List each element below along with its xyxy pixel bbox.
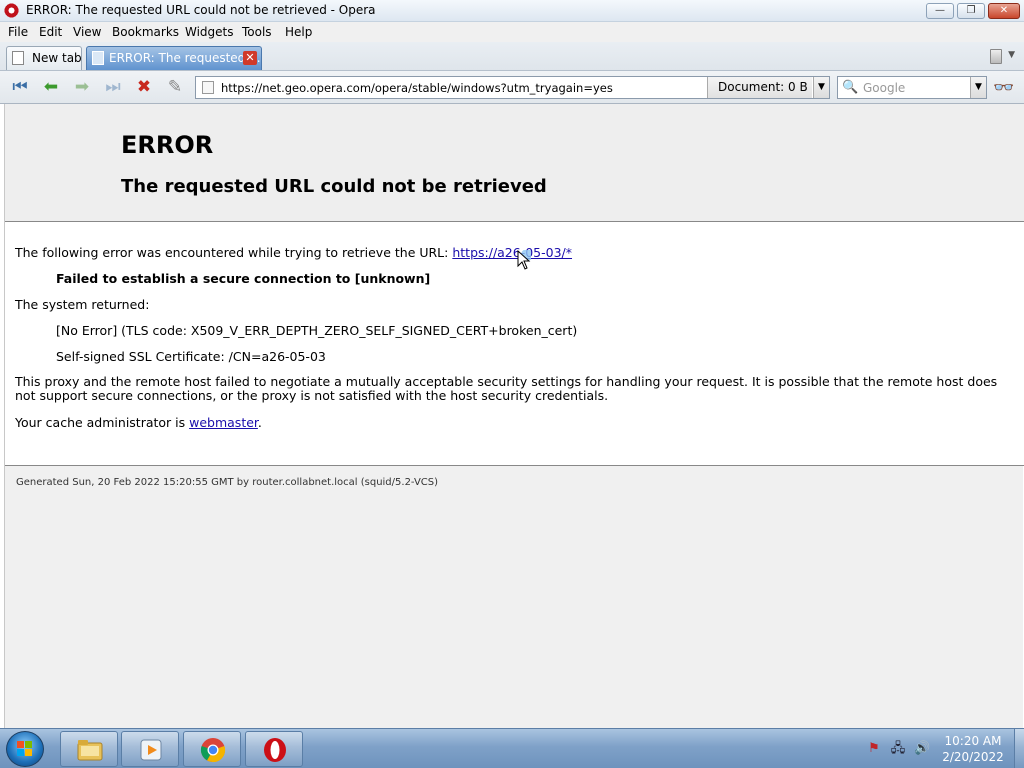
tab-label: New tab: [32, 51, 82, 65]
search-icon: 🔍: [842, 80, 859, 95]
tab-label: ERROR: The requested ...: [109, 51, 261, 65]
tab-bar: New tab ERROR: The requested ... ✕: [0, 42, 1024, 71]
stop-icon[interactable]: ✖: [133, 77, 155, 97]
page-title: ERROR: [121, 131, 214, 159]
chrome-icon: [200, 738, 226, 763]
taskbar-chrome[interactable]: [183, 731, 241, 767]
page-viewport: ERROR The requested URL could not be ret…: [4, 104, 1024, 728]
url-link[interactable]: https://a26-05-03/*: [452, 245, 572, 260]
glasses-icon[interactable]: 👓: [993, 78, 1014, 98]
menu-file[interactable]: File: [8, 25, 28, 39]
action-center-flag-icon[interactable]: ⚑: [866, 741, 882, 757]
admin-suffix: .: [257, 415, 262, 430]
title-bar: ERROR: The requested URL could not be re…: [0, 0, 1024, 22]
address-input[interactable]: https://net.geo.opera.com/opera/stable/w…: [221, 81, 613, 95]
windows-logo-icon: [17, 741, 32, 756]
rewind-icon[interactable]: ⏮: [9, 77, 31, 97]
chevron-down-icon[interactable]: ▼: [1008, 50, 1015, 60]
menu-bookmarks[interactable]: Bookmarks: [112, 25, 179, 39]
admin-paragraph: Your cache administrator is webmaster.: [15, 415, 262, 430]
opera-logo-icon: [264, 738, 286, 762]
certificate-text: Self-signed SSL Certificate: /CN=a26-05-…: [56, 349, 326, 364]
page-icon: [92, 51, 104, 65]
chevron-down-icon[interactable]: ▼: [813, 77, 829, 98]
menu-widgets[interactable]: Widgets: [185, 25, 234, 39]
chevron-down-icon[interactable]: ▼: [970, 77, 986, 98]
tls-code-text: [No Error] (TLS code: X509_V_ERR_DEPTH_Z…: [56, 323, 578, 338]
admin-prefix: Your cache administrator is: [15, 415, 190, 430]
search-box[interactable]: 🔍 Google ▼: [837, 76, 987, 99]
opera-logo-icon: [4, 3, 19, 18]
page-icon: [202, 81, 214, 94]
menu-tools[interactable]: Tools: [242, 25, 272, 39]
media-player-icon: [140, 739, 162, 761]
edit-pen-icon[interactable]: ✎: [164, 77, 186, 97]
tab-new-tab[interactable]: New tab: [6, 46, 82, 70]
network-icon[interactable]: 🖧: [890, 741, 906, 757]
close-tab-icon[interactable]: ✕: [243, 51, 257, 65]
menu-bar: File Edit View Bookmarks Widgets Tools H…: [0, 22, 1024, 42]
taskbar-file-explorer[interactable]: [60, 731, 118, 767]
close-window-button[interactable]: ✕: [988, 3, 1020, 19]
clock-time: 10:20 AM: [944, 734, 1002, 748]
failure-message: Failed to establish a secure connection …: [56, 271, 431, 286]
error-header: ERROR The requested URL could not be ret…: [5, 104, 1024, 222]
trash-icon[interactable]: [990, 49, 1002, 64]
menu-view[interactable]: View: [73, 25, 101, 39]
mouse-cursor-icon: [517, 250, 531, 270]
page-icon: [12, 51, 24, 65]
start-button[interactable]: [6, 731, 44, 767]
back-arrow-icon[interactable]: ⬅: [40, 77, 62, 97]
generated-footer: Generated Sun, 20 Feb 2022 15:20:55 GMT …: [16, 477, 439, 488]
navigation-toolbar: ⏮ ⬅ ➡ ⏭ ✖ ✎ https://net.geo.opera.com/op…: [0, 71, 1024, 104]
error-body: The following error was encountered whil…: [5, 222, 1024, 466]
clock[interactable]: 10:20 AM 2/20/2022: [940, 733, 1006, 765]
system-returned-label: The system returned:: [15, 297, 150, 312]
restore-button[interactable]: ❐: [957, 3, 985, 19]
tab-error-page[interactable]: ERROR: The requested ... ✕: [86, 46, 262, 70]
intro-paragraph: The following error was encountered whil…: [15, 245, 572, 260]
show-desktop-button[interactable]: [1014, 729, 1024, 768]
document-status: Document: 0 B: [707, 77, 812, 98]
menu-help[interactable]: Help: [285, 25, 312, 39]
page-subtitle: The requested URL could not be retrieved: [121, 176, 547, 197]
taskbar-opera[interactable]: [245, 731, 303, 767]
search-input[interactable]: Google: [863, 81, 905, 95]
folder-icon: [77, 740, 103, 761]
volume-icon[interactable]: 🔊: [914, 741, 930, 757]
taskbar: ⚑ 🖧 🔊 10:20 AM 2/20/2022: [0, 728, 1024, 768]
window-title: ERROR: The requested URL could not be re…: [26, 3, 376, 17]
clock-date: 2/20/2022: [942, 750, 1004, 764]
address-bar[interactable]: https://net.geo.opera.com/opera/stable/w…: [195, 76, 830, 99]
intro-text: The following error was encountered whil…: [15, 245, 453, 260]
taskbar-media-player[interactable]: [121, 731, 179, 767]
webmaster-link[interactable]: webmaster: [189, 415, 258, 430]
minimize-button[interactable]: —: [926, 3, 954, 19]
explanation-paragraph: This proxy and the remote host failed to…: [15, 374, 998, 403]
forward-arrow-icon[interactable]: ➡: [71, 77, 93, 97]
fast-forward-icon[interactable]: ⏭: [102, 77, 124, 97]
menu-edit[interactable]: Edit: [39, 25, 62, 39]
